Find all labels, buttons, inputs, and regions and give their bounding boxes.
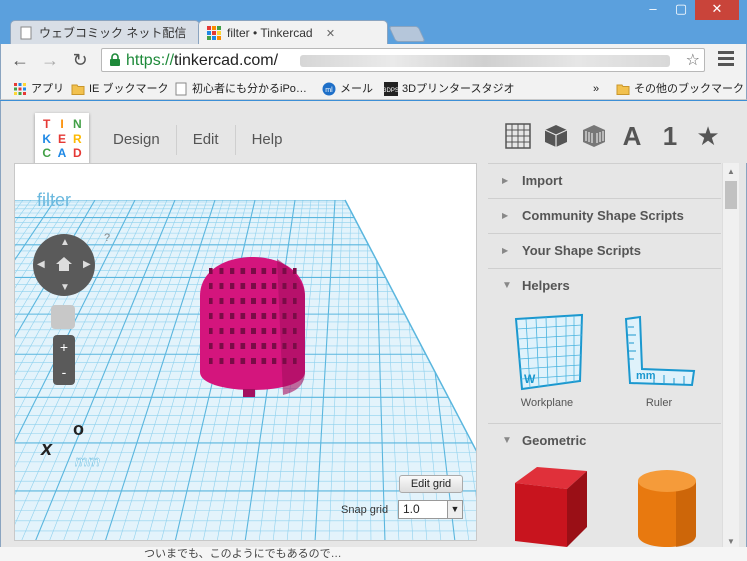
tab-webcomic[interactable]: ウェブコミック ネット配信 違 <box>10 20 200 64</box>
workplane-icon: W <box>514 313 584 391</box>
helper-ruler[interactable]: mm Ruler <box>614 311 704 411</box>
tool-icons: A 1 ★ <box>499 119 727 153</box>
tinkercad-logo[interactable]: T I N K E R C A D <box>35 113 89 165</box>
snap-grid-label: Snap grid <box>341 504 389 516</box>
edit-grid-button[interactable]: Edit grid <box>399 475 463 493</box>
tab-strip: ウェブコミック ネット配信 違 filter • Tinkercad ✕ <box>10 20 426 64</box>
app-menu: Design Edit Help <box>97 125 298 155</box>
chevron-right-icon: ▶ <box>502 176 509 185</box>
grid-view-icon[interactable] <box>499 119 537 153</box>
hole-cube-icon[interactable] <box>575 119 613 153</box>
maximize-button[interactable]: ▢ <box>667 0 695 20</box>
svg-text:W: W <box>524 372 536 386</box>
menu-help[interactable]: Help <box>234 125 299 155</box>
shape-cylinder[interactable] <box>622 465 712 555</box>
cylinder-icon <box>638 470 696 547</box>
new-tab-button[interactable] <box>388 26 426 42</box>
bookmark-ie-folder[interactable]: IE ブックマーク <box>71 81 168 97</box>
text-tool-icon[interactable]: A <box>613 119 651 153</box>
bookmark-apps[interactable]: アプリ <box>13 81 64 97</box>
menu-edit[interactable]: Edit <box>175 125 235 155</box>
chevron-right-icon: ▶ <box>502 211 509 220</box>
home-icon[interactable] <box>55 255 73 273</box>
tab-filter-tinkercad[interactable]: filter • Tinkercad ✕ <box>198 20 388 44</box>
apps-grid-icon <box>14 83 26 95</box>
ml-icon: ml <box>322 82 336 96</box>
address-bar[interactable]: https://tinkercad.com/ ☆ <box>101 48 705 72</box>
unit-label: mm <box>75 453 100 470</box>
bookmark-overflow-chevron[interactable]: » <box>575 81 599 97</box>
section-community-shape-scripts[interactable]: ▶ Community Shape Scripts <box>488 198 721 232</box>
window-titlebar: – ▢ ✕ ウェブコミック ネット配信 違 filter • Tinkercad… <box>0 0 747 64</box>
bookmark-3dps[interactable]: 3DPS 3Dプリンタースタジオ <box>384 81 515 97</box>
url-path-blurred <box>300 55 670 67</box>
shape-box[interactable] <box>504 461 594 551</box>
helper-workplane[interactable]: W Workplane <box>502 311 592 411</box>
box-icon <box>515 467 587 547</box>
url-text: https://tinkercad.com/ <box>126 52 279 69</box>
3dps-icon: 3DPS <box>384 82 398 96</box>
section-your-shape-scripts[interactable]: ▶ Your Shape Scripts <box>488 233 721 267</box>
back-arrow-icon[interactable]: ← <box>11 51 29 69</box>
panel-scrollbar[interactable]: ▲ ▼ <box>722 163 739 551</box>
number-tool-icon[interactable]: 1 <box>651 119 689 153</box>
filter-shape[interactable] <box>200 257 305 397</box>
section-geometric[interactable]: ▼ Geometric <box>488 423 721 457</box>
bookmark-ipod[interactable]: 初心者にも分かるiPo… <box>174 81 307 97</box>
design-viewport[interactable]: mm x o filter ▲ ▼ ◀ ▶ ? + - Edit grid Sn… <box>14 163 477 541</box>
solid-cube-icon[interactable] <box>537 119 575 153</box>
browser-toolbar: ← → ↻ https://tinkercad.com/ ☆ <box>0 44 747 76</box>
reload-icon[interactable]: ↻ <box>71 51 89 69</box>
tab-title: filter • Tinkercad <box>227 26 313 40</box>
chevron-down-icon: ▼ <box>502 435 512 446</box>
orbit-icon[interactable] <box>51 305 75 329</box>
help-question-icon[interactable]: ? <box>104 232 110 244</box>
close-tab-icon[interactable]: ✕ <box>326 28 335 40</box>
chevron-down-icon: ▼ <box>502 280 512 291</box>
tinkercad-favicon-icon <box>207 26 221 40</box>
snap-grid-select[interactable]: 1.0 ▼ <box>398 500 463 519</box>
svg-text:3DPS: 3DPS <box>384 88 398 94</box>
underlying-page-strip: ついまでも、このようにでもあるので… <box>0 547 747 561</box>
bookmark-star-icon[interactable]: ☆ <box>686 50 700 70</box>
axis-origin-label: o <box>73 419 84 439</box>
window-controls: – ▢ ✕ <box>639 0 739 20</box>
page-icon <box>20 26 32 40</box>
page-icon <box>175 82 187 96</box>
browser-menu-icon[interactable] <box>718 51 734 67</box>
section-helpers[interactable]: ▼ Helpers <box>488 268 721 302</box>
section-import[interactable]: ▶ Import <box>488 163 721 197</box>
scroll-thumb[interactable] <box>725 181 737 209</box>
svg-text:mm: mm <box>636 370 656 382</box>
zoom-out-button[interactable]: - <box>53 360 75 385</box>
lock-icon <box>110 53 120 66</box>
close-window-button[interactable]: ✕ <box>695 0 739 20</box>
chevron-down-icon: ▼ <box>447 501 462 518</box>
app-header: T I N K E R C A D Design Edit Help A 1 ★ <box>1 101 747 165</box>
shapes-panel: ▶ Import ▶ Community Shape Scripts ▶ Your S… <box>488 163 721 561</box>
folder-icon <box>71 84 85 95</box>
zoom-controls: + - <box>53 335 75 385</box>
minimize-button[interactable]: – <box>639 0 667 20</box>
folder-icon <box>616 84 630 95</box>
scroll-up-icon[interactable]: ▲ <box>723 165 739 179</box>
forward-arrow-icon[interactable]: → <box>41 51 59 69</box>
star-tool-icon[interactable]: ★ <box>689 119 727 153</box>
view-navigator[interactable]: ▲ ▼ ◀ ▶ <box>33 234 95 296</box>
menu-design[interactable]: Design <box>97 125 176 155</box>
design-title: filter <box>37 190 72 210</box>
bookmark-mail[interactable]: ml メール <box>322 81 373 97</box>
ruler-icon: mm <box>624 315 696 387</box>
chevron-right-icon: ▶ <box>502 246 509 255</box>
zoom-in-button[interactable]: + <box>53 335 75 360</box>
svg-text:ml: ml <box>325 87 333 94</box>
axis-x-label: x <box>40 438 53 460</box>
tinkercad-app: T I N K E R C A D Design Edit Help A 1 ★… <box>0 101 747 561</box>
bookmark-other-folder[interactable]: その他のブックマーク <box>616 81 744 97</box>
bookmarks-bar: アプリ IE ブックマーク 初心者にも分かるiPo… ml メール 3DPS 3… <box>0 76 747 100</box>
